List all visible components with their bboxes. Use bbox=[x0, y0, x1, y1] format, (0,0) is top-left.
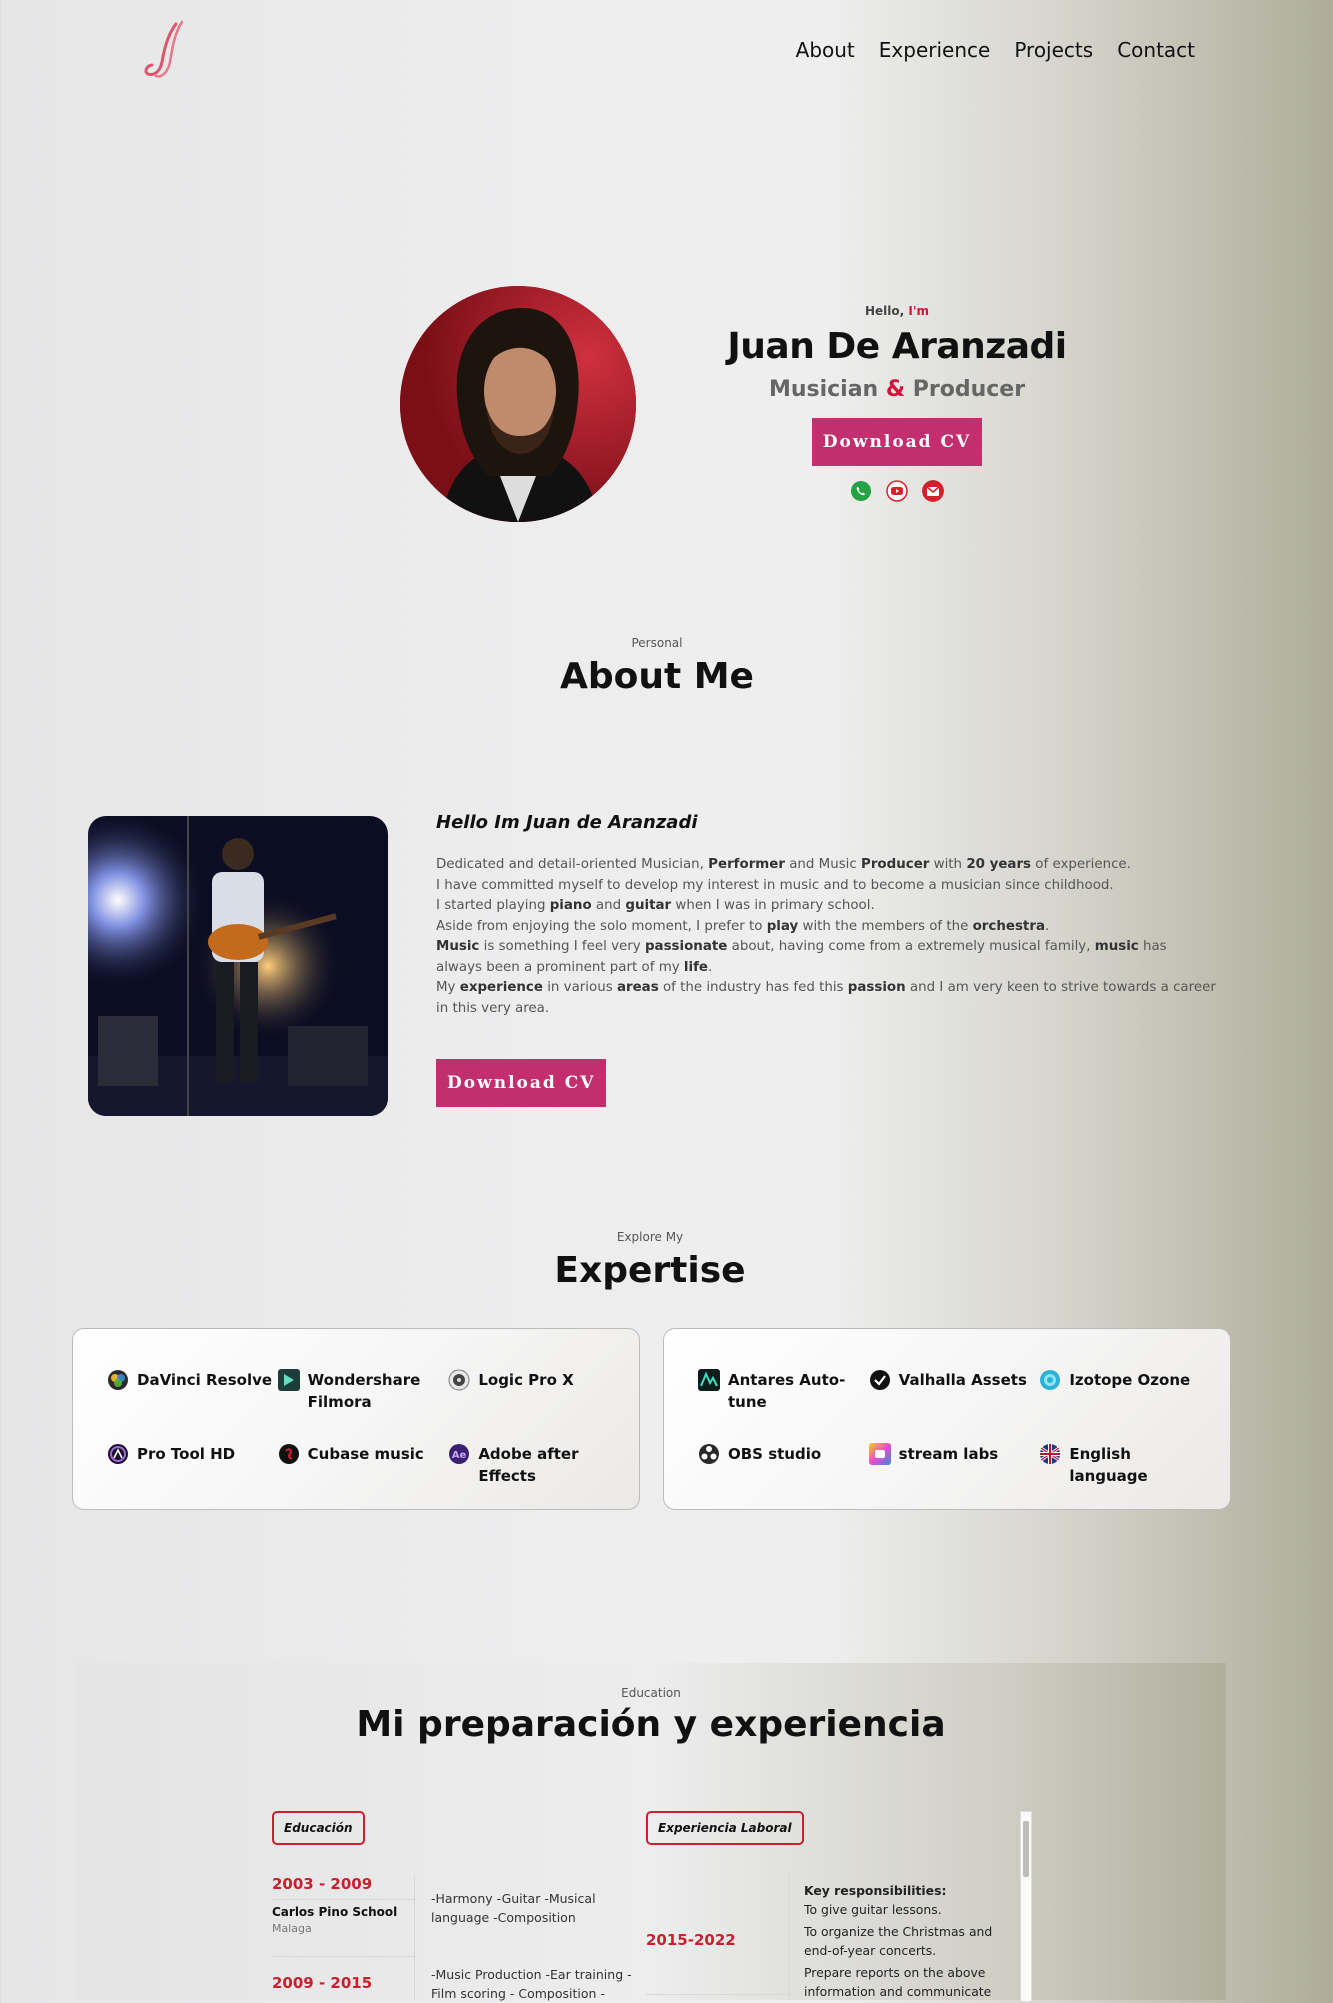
streamlabs-icon bbox=[868, 1443, 891, 1465]
expertise-title: Expertise bbox=[554, 1250, 746, 1291]
obs-icon bbox=[699, 1444, 719, 1464]
work-experience-tag[interactable]: Experiencia Laboral bbox=[646, 1811, 804, 1845]
responsibility-item: Prepare reports on the above information… bbox=[804, 1965, 992, 1999]
role-musician: Musician bbox=[768, 377, 879, 402]
whatsapp-icon[interactable] bbox=[850, 480, 872, 502]
about-header: Personal About Me bbox=[0, 636, 1314, 697]
education-years: 2009 - 2015 bbox=[272, 1974, 373, 1992]
role-ampersand: & bbox=[885, 377, 906, 402]
nav-link-projects[interactable]: Projects bbox=[1014, 38, 1093, 62]
davinci-icon bbox=[108, 1370, 128, 1390]
education-years: 2003 - 2009 bbox=[272, 1875, 373, 1893]
logic-pro-icon bbox=[448, 1369, 470, 1391]
logo[interactable] bbox=[140, 20, 196, 80]
about-content: Hello Im Juan de Aranzadi Dedicated and … bbox=[436, 812, 1216, 1107]
jj-logo-icon bbox=[144, 20, 184, 78]
izotope-icon bbox=[1040, 1370, 1061, 1390]
hero-greeting: Hello, I'm bbox=[700, 304, 1094, 318]
nav-link-contact[interactable]: Contact bbox=[1117, 38, 1195, 62]
hello-text: Hello, bbox=[864, 304, 905, 318]
skill-davinci: DaVinci Resolve bbox=[107, 1369, 278, 1413]
expertise-subtitle: Explore My bbox=[616, 1230, 684, 1244]
hero-name: Juan De Aranzadi bbox=[727, 326, 1067, 367]
work-row-line bbox=[646, 1994, 789, 1995]
work-years: 2015-2022 bbox=[646, 1931, 736, 1949]
skill-antares: Antares Auto-tune bbox=[698, 1369, 869, 1413]
education-entry-2: 2009 - 2015 bbox=[272, 1974, 372, 1992]
education-tag[interactable]: Educación bbox=[272, 1811, 365, 1845]
responsibilities-heading: Key responsibilities: bbox=[804, 1883, 947, 1898]
education-school: Carlos Pino School bbox=[272, 1905, 398, 1919]
education-divider bbox=[414, 1875, 415, 2000]
after-effects-icon: Ae bbox=[449, 1444, 470, 1464]
education-entry-1: 2003 - 2009 Carlos Pino School Malaga bbox=[272, 1875, 412, 1935]
uk-flag-icon bbox=[1040, 1444, 1061, 1464]
expertise-card-tools: Antares Auto-tune Valhalla Assets Izotop… bbox=[663, 1328, 1231, 1510]
education-section: Education Mi preparación y experiencia E… bbox=[76, 1663, 1226, 2002]
role-producer: Producer bbox=[912, 377, 1026, 402]
work-responsibilities: Key responsibilities: To give guitar les… bbox=[804, 1881, 1014, 2001]
skill-obs: OBS studio bbox=[698, 1443, 869, 1487]
work-divider bbox=[789, 1875, 790, 2000]
education-row-line bbox=[272, 1956, 414, 1957]
gmail-icon[interactable] bbox=[922, 480, 944, 502]
im-text: I'm bbox=[908, 304, 930, 318]
about-greeting: Hello Im Juan de Aranzadi bbox=[436, 812, 698, 833]
skill-valhalla: Valhalla Assets bbox=[869, 1369, 1040, 1413]
about-title: About Me bbox=[560, 656, 754, 697]
about-subtitle: Personal bbox=[631, 636, 683, 650]
nav-link-experience[interactable]: Experience bbox=[879, 38, 991, 62]
hero-role: Musician & Producer bbox=[700, 377, 1094, 402]
skill-filmora: Wondershare Filmora bbox=[277, 1369, 449, 1413]
pro-tools-icon bbox=[108, 1444, 128, 1464]
expertise-header: Explore My Expertise bbox=[0, 1230, 1300, 1291]
education-subtitle: Education bbox=[621, 1686, 681, 1700]
expertise-card-software: DaVinci Resolve Wondershare Filmora Logi… bbox=[72, 1328, 640, 1510]
about-concert-photo bbox=[88, 816, 388, 1116]
about-download-cv-button[interactable]: Download CV bbox=[436, 1059, 607, 1107]
education-title: Mi preparación y experiencia bbox=[356, 1704, 946, 1745]
education-header: Education Mi preparación y experiencia bbox=[76, 1686, 1226, 1745]
antares-icon bbox=[698, 1369, 720, 1391]
skill-izotope: Izotope Ozone bbox=[1039, 1369, 1210, 1413]
scrollbar-track[interactable] bbox=[1020, 1811, 1032, 2002]
nav-link-about[interactable]: About bbox=[796, 38, 855, 62]
responsibility-item: To give guitar lessons. bbox=[804, 1902, 942, 1917]
social-links bbox=[700, 480, 1094, 502]
about-paragraph: Dedicated and detail-oriented Musician, … bbox=[436, 857, 1216, 1016]
svg-text:Ae: Ae bbox=[452, 1450, 467, 1461]
hero-download-cv-button[interactable]: Download CV bbox=[811, 418, 983, 466]
main-nav: About Experience Projects Contact bbox=[796, 38, 1195, 62]
responsibility-item: To organize the Christmas and end-of-yea… bbox=[804, 1924, 993, 1958]
hero-profile-photo bbox=[400, 286, 636, 522]
skill-cubase: Cubase music bbox=[278, 1443, 449, 1487]
education-place: Malaga bbox=[272, 1922, 312, 1935]
youtube-icon[interactable] bbox=[886, 480, 908, 502]
valhalla-icon bbox=[869, 1370, 890, 1390]
skill-logic: Logic Pro X bbox=[448, 1369, 619, 1413]
education-desc-2: -Music Production -Ear training - Film s… bbox=[431, 1967, 632, 2001]
education-desc-1: -Harmony -Guitar -Musical language -Comp… bbox=[431, 1891, 596, 1925]
skill-streamlabs: stream labs bbox=[868, 1443, 1040, 1487]
skill-after-effects: Ae Adobe after Effects bbox=[448, 1443, 619, 1487]
hero-intro: Hello, I'm Juan De Aranzadi Musician & P… bbox=[700, 304, 1094, 502]
cubase-icon bbox=[278, 1444, 299, 1464]
skill-english: English language bbox=[1039, 1443, 1210, 1487]
filmora-icon bbox=[277, 1369, 300, 1391]
skill-protools: Pro Tool HD bbox=[107, 1443, 278, 1487]
scrollbar-thumb[interactable] bbox=[1023, 1821, 1029, 1877]
